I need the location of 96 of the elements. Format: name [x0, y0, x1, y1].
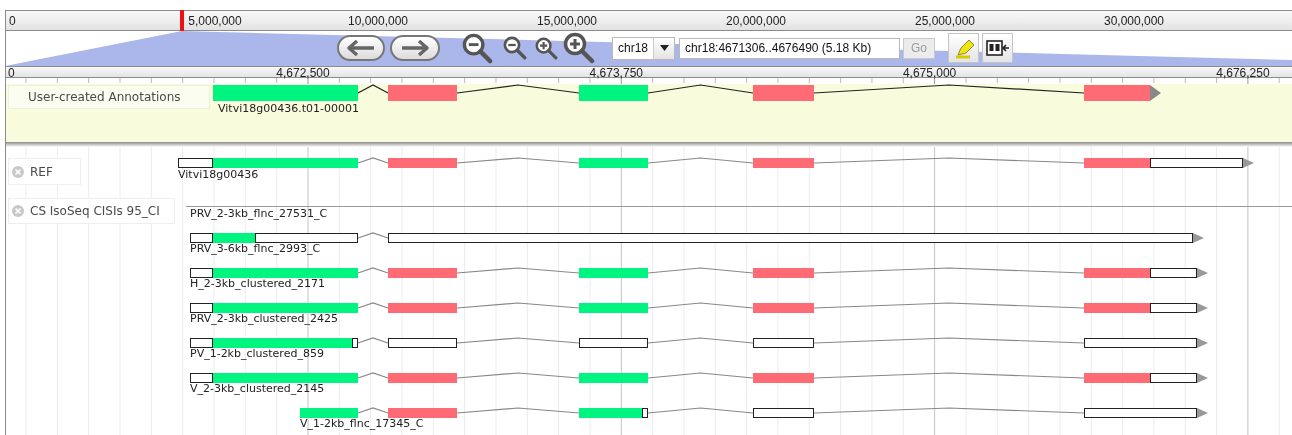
- right-arrow-icon: [400, 40, 430, 56]
- feature-label: V_2-3kb_clustered_2145: [190, 382, 325, 395]
- exon-block[interactable]: [753, 303, 814, 313]
- position-marker[interactable]: [180, 10, 184, 31]
- feature-label: PRV_2-3kb_clustered_2425: [190, 312, 338, 325]
- feature-label: Vitvi18g00436: [178, 168, 259, 181]
- utr-block[interactable]: [1084, 338, 1197, 348]
- exon-block[interactable]: [753, 85, 814, 101]
- exon-block[interactable]: [388, 158, 457, 168]
- ruler-label: 10,000,000: [347, 14, 409, 28]
- caret-icon: [659, 45, 669, 51]
- feature-label: H_2-3kb_clustered_2171: [190, 277, 325, 290]
- exon-block[interactable]: [579, 373, 648, 383]
- utr-block[interactable]: [190, 338, 213, 348]
- utr-block[interactable]: [388, 233, 1193, 243]
- intron-line: [357, 157, 389, 164]
- strand-arrow-icon: [1243, 158, 1254, 168]
- utr-block[interactable]: [190, 303, 213, 313]
- track-label[interactable]: REF: [30, 164, 53, 179]
- highlight-button[interactable]: [948, 33, 980, 63]
- zoom-out-button[interactable]: [462, 32, 493, 64]
- ruler-label: 15,000,000: [536, 14, 598, 28]
- intron-line: [357, 302, 389, 309]
- intron-line: [357, 372, 389, 379]
- ruler-label: 30,000,000: [1103, 14, 1165, 28]
- exon-block[interactable]: [753, 373, 814, 383]
- film-arrow-icon: [985, 40, 1010, 56]
- zoom-in-button[interactable]: [563, 32, 595, 64]
- exon-block[interactable]: [1084, 85, 1150, 101]
- feature-label: PRV_2-3kb_flnc_27531_C: [190, 207, 328, 220]
- utr-block[interactable]: [178, 158, 213, 168]
- exon-block[interactable]: [388, 85, 457, 101]
- utr-block[interactable]: [352, 338, 358, 348]
- utr-block[interactable]: [190, 373, 213, 383]
- feature-label: Vitvi18g00436.t01-00001: [218, 102, 359, 115]
- close-icon[interactable]: [12, 165, 24, 178]
- utr-block[interactable]: [1150, 158, 1243, 168]
- strand-arrow-icon: [1197, 268, 1208, 278]
- utr-block[interactable]: [753, 338, 814, 348]
- exon-block[interactable]: [213, 85, 358, 101]
- ruler-label: 5,000,000: [188, 14, 242, 28]
- strand-arrow-icon: [1197, 408, 1208, 418]
- zoom-in-button[interactable]: [535, 36, 558, 60]
- forward-button[interactable]: [390, 35, 440, 61]
- utr-block[interactable]: [1150, 268, 1197, 278]
- feature-label: PV_1-2kb_clustered_859: [190, 347, 324, 360]
- utr-block[interactable]: [1150, 303, 1197, 313]
- intron-line: [357, 267, 389, 274]
- exon-block[interactable]: [388, 373, 457, 383]
- ruler-label: 4,673,750: [589, 66, 643, 80]
- strand-arrow-icon: [1197, 373, 1208, 383]
- ruler-label: 0: [8, 66, 15, 80]
- overview-ruler[interactable]: [5, 10, 1292, 31]
- ruler-label: 4,676,250: [1216, 66, 1270, 80]
- strand-arrow-icon: [1150, 85, 1161, 101]
- zoom-out-button[interactable]: [503, 36, 527, 60]
- exon-block[interactable]: [753, 158, 814, 168]
- feature-label: V_1-2kb_flnc_17345_C: [300, 417, 424, 430]
- exon-block[interactable]: [579, 158, 648, 168]
- utr-block[interactable]: [1084, 408, 1197, 418]
- back-button[interactable]: [337, 35, 385, 61]
- ruler-label: 4,675,000: [902, 66, 957, 80]
- utr-block[interactable]: [579, 338, 648, 348]
- exon-block[interactable]: [300, 408, 358, 418]
- location-field[interactable]: chr18:4671306..4676490 (5.18 Kb): [679, 37, 901, 59]
- close-icon[interactable]: [12, 205, 24, 217]
- exon-block[interactable]: [388, 268, 457, 278]
- utr-block[interactable]: [753, 408, 814, 418]
- exon-block[interactable]: [1084, 158, 1150, 168]
- ruler-label: 25,000,000: [914, 14, 976, 28]
- utr-block[interactable]: [1150, 373, 1197, 383]
- intron-line: [357, 407, 389, 414]
- strand-arrow-icon: [1197, 338, 1208, 348]
- ruler-label: 20,000,000: [725, 14, 787, 28]
- utr-block[interactable]: [388, 338, 457, 348]
- utr-block[interactable]: [255, 233, 358, 243]
- ruler-label: 4,672,500: [276, 66, 330, 80]
- left-arrow-icon: [346, 40, 376, 56]
- feature-label: PRV_3-6kb_flnc_2993_C: [190, 242, 321, 255]
- strand-arrow-icon: [1193, 233, 1204, 243]
- exon-block[interactable]: [579, 85, 648, 101]
- exon-block[interactable]: [388, 408, 457, 418]
- exon-block[interactable]: [579, 303, 648, 313]
- utr-block[interactable]: [642, 408, 648, 418]
- show-hide-button[interactable]: [982, 33, 1014, 63]
- exon-block[interactable]: [579, 268, 648, 278]
- exon-block[interactable]: [753, 268, 814, 278]
- intron-line: [357, 84, 389, 94]
- utr-block[interactable]: [190, 268, 213, 278]
- exon-block[interactable]: [388, 303, 457, 313]
- strand-arrow-icon: [1197, 303, 1208, 313]
- intron-line: [357, 337, 389, 344]
- utr-block[interactable]: [190, 233, 213, 243]
- ruler-label: 0: [9, 14, 16, 28]
- intron-line: [357, 232, 389, 239]
- reference-dropdown[interactable]: chr18: [612, 36, 676, 60]
